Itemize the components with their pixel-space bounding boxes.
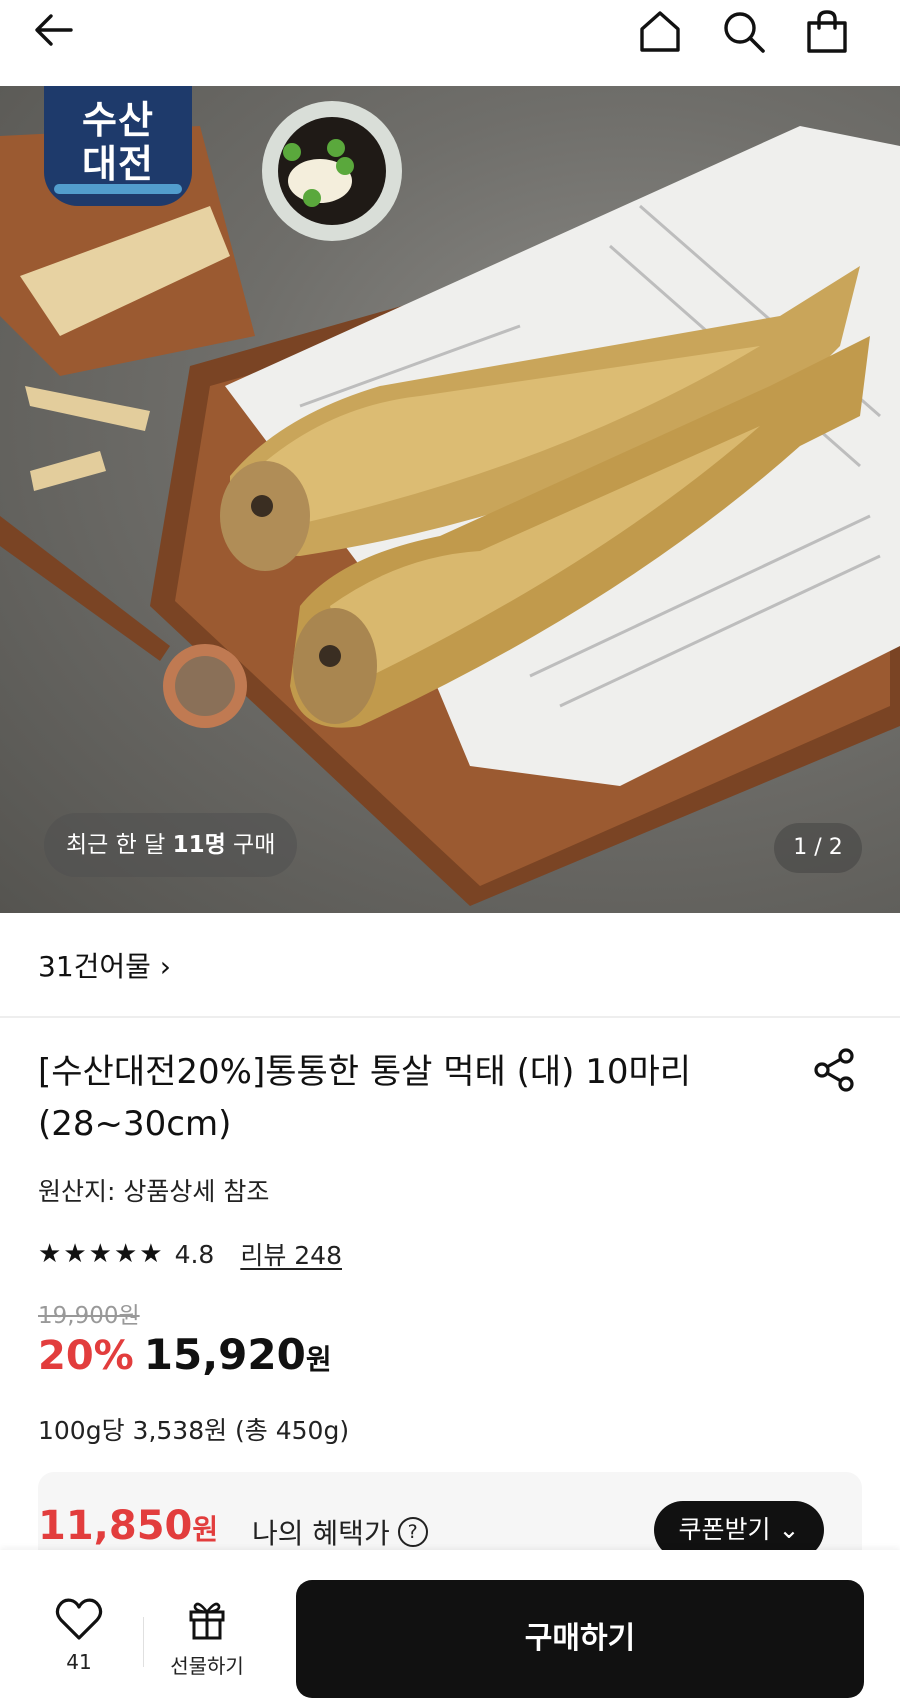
review-link[interactable]: 리뷰 248 — [240, 1236, 342, 1272]
search-button[interactable] — [712, 0, 776, 64]
discount-rate: 20% — [38, 1333, 134, 1379]
recent-buyers-pill: 최근 한 달 11명 구매 — [44, 813, 298, 877]
buyers-count: 11명 — [172, 832, 226, 858]
gift-label: 선물하기 — [170, 1654, 244, 1678]
gift-button[interactable]: 선물하기 — [162, 1598, 252, 1679]
sale-price-currency: 원 — [305, 1343, 332, 1376]
unit-price: 100g당 3,538원 (총 450g) — [38, 1416, 350, 1445]
shopping-bag-icon — [807, 10, 847, 53]
buyers-suffix: 구매 — [225, 832, 276, 858]
heart-icon — [55, 1598, 103, 1640]
star-icon: ★ — [88, 1239, 112, 1269]
badge-line1: 수산 — [82, 98, 154, 142]
section-divider — [0, 1016, 900, 1018]
benefit-price: 11,850원 — [38, 1503, 218, 1549]
rating-score: 4.8 — [174, 1239, 215, 1269]
rating-row: ★ ★ ★ ★ ★ 4.8 리뷰 248 — [38, 1236, 342, 1272]
back-button[interactable] — [22, 0, 86, 62]
star-rating: ★ ★ ★ ★ ★ — [38, 1236, 163, 1272]
sale-price: 15,920 — [143, 1330, 306, 1379]
buyers-prefix: 최근 한 달 — [66, 832, 173, 858]
home-icon — [640, 11, 680, 52]
badge-line2: 대전 — [82, 142, 154, 186]
action-divider — [143, 1617, 144, 1667]
share-button[interactable] — [810, 1046, 858, 1094]
benefit-label-row: 나의 혜택가 ? — [252, 1512, 428, 1552]
help-icon[interactable]: ? — [397, 1517, 428, 1547]
star-icon: ★ — [63, 1239, 87, 1269]
price-row: 20% 15,920 원 — [38, 1330, 332, 1386]
wishlist-button[interactable]: 41 — [44, 1598, 114, 1674]
wishlist-count: 41 — [66, 1650, 92, 1674]
shopping-bag-button[interactable] — [795, 0, 859, 64]
star-icon: ★ — [139, 1239, 163, 1269]
star-icon: ★ — [113, 1239, 138, 1269]
brand-store-link[interactable]: 31건어물 › — [38, 945, 171, 985]
share-icon — [814, 1048, 854, 1092]
top-navigation-bar — [0, 0, 900, 86]
arrow-left-icon — [35, 14, 73, 46]
gift-icon — [189, 1602, 225, 1640]
product-photo — [0, 101, 900, 906]
original-price: 19,900원 — [38, 1303, 140, 1329]
benefit-label: 나의 혜택가 — [252, 1517, 390, 1550]
benefit-price-currency: 원 — [192, 1513, 219, 1546]
buy-button[interactable]: 구매하기 — [296, 1580, 864, 1698]
home-button[interactable] — [628, 0, 692, 64]
product-title: [수산대전20%]통통한 통살 먹태 (대) 10마리 (28~30cm) — [38, 1052, 692, 1144]
seafood-festival-badge: 수산 대전 — [44, 86, 192, 206]
benefit-price-value: 11,850 — [38, 1503, 193, 1549]
search-icon — [724, 12, 765, 53]
origin-info: 원산지: 상품상세 참조 — [38, 1177, 270, 1206]
product-image-carousel[interactable]: 수산 대전 최근 한 달 11명 구매 1 / 2 — [0, 86, 900, 913]
image-pager: 1 / 2 — [774, 823, 862, 873]
star-icon: ★ — [38, 1239, 62, 1269]
